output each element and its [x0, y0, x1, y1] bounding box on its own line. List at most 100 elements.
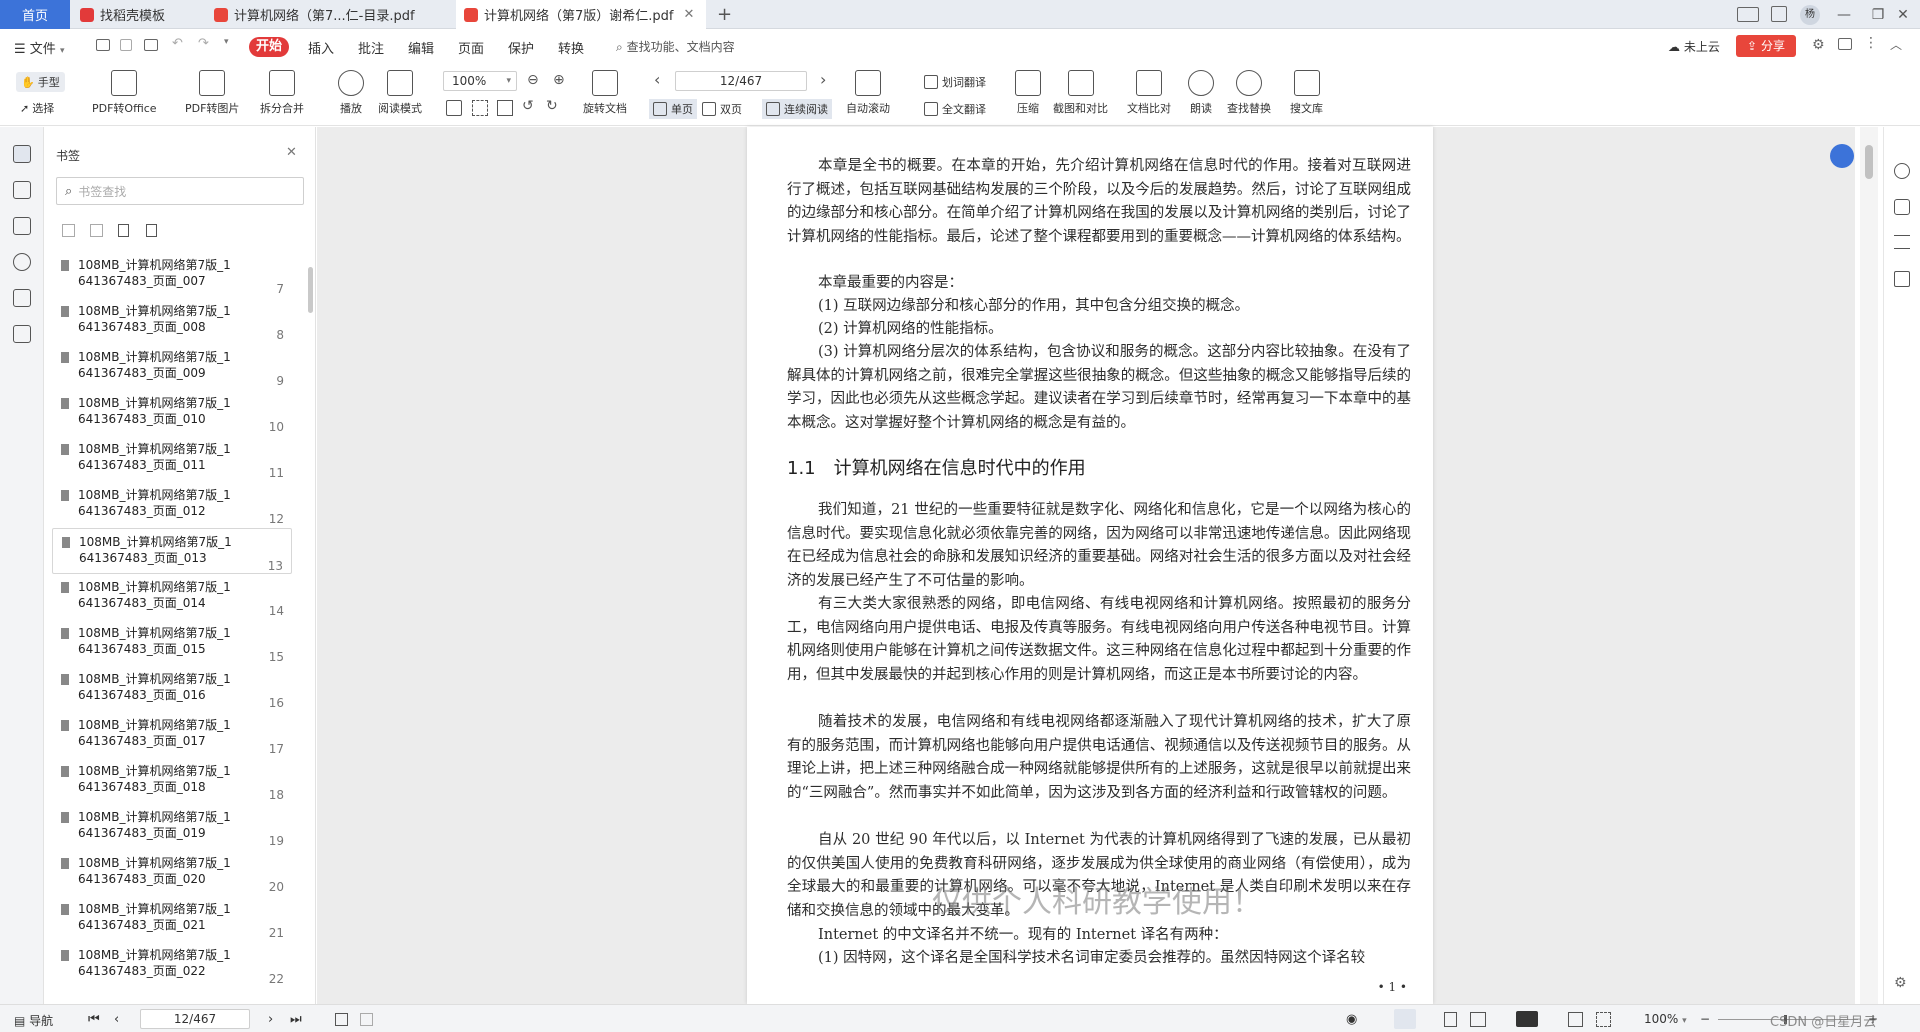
fit-width-icon[interactable] — [497, 100, 513, 116]
continuous-read-button[interactable]: 连续阅读 — [762, 99, 832, 119]
collapse-all-icon[interactable] — [90, 224, 103, 237]
zoom-out-icon[interactable]: ⊖ — [527, 72, 539, 88]
zoom-out-button[interactable]: − — [1700, 1012, 1710, 1026]
open-icon[interactable] — [96, 39, 110, 51]
single-page-view-icon[interactable] — [1444, 1012, 1457, 1027]
play-button[interactable]: 播放 — [338, 70, 364, 116]
thumbnail-icon[interactable] — [13, 181, 31, 199]
prev-page-icon[interactable]: ‹ — [114, 1012, 119, 1027]
word-translate-button[interactable]: 划词翻译 — [924, 74, 986, 90]
layout-icon[interactable] — [1737, 7, 1759, 22]
bookmark-item[interactable]: 108MB_计算机网络第7版_1 641367483_页面_016 16 — [52, 666, 292, 712]
close-icon[interactable]: ✕ — [286, 145, 297, 160]
more-icon[interactable]: ⋮ — [1864, 35, 1878, 51]
share-button[interactable]: ⇪ 分享 — [1736, 35, 1796, 57]
double-page-button[interactable]: 双页 — [702, 101, 742, 117]
menu-annotate[interactable]: 批注 — [358, 38, 384, 57]
redo-icon[interactable]: ↷ — [198, 36, 209, 51]
add-bookmark-icon[interactable] — [118, 224, 129, 237]
print-icon[interactable] — [144, 39, 158, 51]
tab-toc-pdf[interactable]: 计算机网络（第7...仁-目录.pdf — [206, 0, 424, 29]
menu-insert[interactable]: 插入 — [308, 38, 334, 57]
expand-all-icon[interactable] — [62, 224, 75, 237]
bookmark-item[interactable]: 108MB_计算机网络第7版_1 641367483_页面_013 13 — [52, 528, 292, 574]
split-merge-button[interactable]: 拆分合并 — [260, 70, 304, 116]
select-tool[interactable]: ➚ 选择 — [20, 100, 54, 116]
find-replace-button[interactable]: 查找替换 — [1227, 70, 1271, 116]
bookmark-item[interactable]: 108MB_计算机网络第7版_1 641367483_页面_019 19 — [52, 804, 292, 850]
close-tab-icon[interactable]: ✕ — [683, 7, 694, 22]
search-library-button[interactable]: 搜文库 — [1290, 70, 1323, 116]
read-aloud-button[interactable]: 朗读 — [1188, 70, 1214, 116]
bookmark-item[interactable]: 108MB_计算机网络第7版_1 641367483_页面_021 21 — [52, 896, 292, 942]
scrollbar-thumb[interactable] — [1865, 145, 1873, 179]
first-page-icon[interactable]: ⏮ — [88, 1012, 100, 1027]
last-page-icon[interactable]: ⏭ — [290, 1012, 302, 1027]
bookmark-search-input[interactable]: ⌕ 书签查找 — [56, 177, 304, 205]
play-slideshow-icon[interactable] — [1516, 1011, 1538, 1027]
eye-protect-icon[interactable]: ◉ — [1346, 1012, 1357, 1027]
sliders-icon[interactable] — [1894, 235, 1910, 249]
back-icon[interactable] — [335, 1013, 348, 1026]
actual-size-icon[interactable] — [446, 100, 462, 116]
collapse-ribbon-icon[interactable]: ︿ — [1890, 36, 1902, 53]
bookmark-item[interactable]: 108MB_计算机网络第7版_1 641367483_页面_009 9 — [52, 344, 292, 390]
quick-access-chevron-icon[interactable]: ▾ — [224, 37, 229, 47]
single-page-button[interactable]: 单页 — [649, 99, 697, 119]
undo-icon[interactable]: ↶ — [172, 36, 183, 51]
library-panel-icon[interactable] — [1894, 271, 1910, 287]
forward-icon[interactable] — [360, 1013, 373, 1026]
settings-icon[interactable]: ⚙ — [1894, 975, 1907, 991]
doc-compare-button[interactable]: 文档比对 — [1127, 70, 1171, 116]
hand-tool[interactable]: ✋ 手型 — [16, 72, 65, 92]
zoom-in-icon[interactable]: ⊕ — [553, 72, 565, 88]
ai-assistant-icon[interactable] — [1830, 144, 1854, 168]
page-input[interactable]: 12/467 — [675, 71, 807, 91]
status-page-input[interactable]: 12/467 — [140, 1009, 250, 1029]
bookmark-item[interactable]: 108MB_计算机网络第7版_1 641367483_页面_022 22 — [52, 942, 292, 988]
bookmark-item[interactable]: 108MB_计算机网络第7版_1 641367483_页面_014 14 — [52, 574, 292, 620]
prev-page-icon[interactable]: ‹ — [654, 70, 660, 89]
tab-home[interactable]: 首页 — [0, 0, 70, 29]
bookmark-item[interactable]: 108MB_计算机网络第7版_1 641367483_页面_020 20 — [52, 850, 292, 896]
auto-scroll-button[interactable]: 自动滚动 — [846, 70, 890, 116]
zoom-select[interactable]: 100% ▾ — [443, 71, 517, 91]
tab-template[interactable]: 找稻壳模板 — [72, 0, 222, 29]
zoom-tool-icon[interactable] — [1894, 163, 1910, 179]
translate-panel-icon[interactable] — [1894, 199, 1910, 215]
bookmark-item[interactable]: 108MB_计算机网络第7版_1 641367483_页面_012 12 — [52, 482, 292, 528]
new-tab-button[interactable]: + — [717, 4, 732, 25]
double-page-view-icon[interactable] — [1470, 1012, 1486, 1027]
apps-grid-icon[interactable] — [1771, 6, 1787, 22]
close-window-button[interactable]: ✕ — [1886, 0, 1920, 29]
compress-button[interactable]: 压缩 — [1015, 70, 1041, 116]
cloud-status[interactable]: ☁ 未上云 — [1668, 38, 1720, 55]
document-scrollbar[interactable] — [1860, 127, 1878, 1004]
settings-icon[interactable]: ⚙ — [1812, 37, 1825, 53]
next-page-icon[interactable]: › — [268, 1012, 273, 1027]
bookmark-scrollbar[interactable] — [308, 267, 313, 313]
screenshot-compare-button[interactable]: 截图和对比 — [1053, 70, 1108, 116]
save-icon[interactable] — [120, 39, 132, 51]
menu-convert[interactable]: 转换 — [558, 38, 584, 57]
fit-page-icon[interactable] — [1596, 1012, 1611, 1027]
full-translate-button[interactable]: 全文翻译 — [924, 101, 986, 117]
layers-icon[interactable] — [13, 325, 31, 343]
user-avatar[interactable]: 杨 — [1800, 5, 1820, 25]
bookmark-item[interactable]: 108MB_计算机网络第7版_1 641367483_页面_017 17 — [52, 712, 292, 758]
pdf-to-office-button[interactable]: PDF转Office — [92, 70, 157, 116]
next-page-icon[interactable]: › — [820, 70, 826, 89]
status-zoom-select[interactable]: 100% ▾ — [1644, 1012, 1687, 1026]
attachment-icon[interactable] — [13, 253, 31, 271]
bookmark-panel-icon[interactable] — [13, 145, 31, 163]
bookmark-icon[interactable] — [146, 224, 157, 237]
file-menu[interactable]: ☰ 文件 ▾ — [14, 38, 64, 57]
menu-start[interactable]: 开始 — [249, 37, 289, 57]
menu-page[interactable]: 页面 — [458, 38, 484, 57]
comment-icon[interactable] — [1838, 38, 1852, 50]
reading-mode-button[interactable]: 阅读模式 — [378, 70, 422, 116]
rotate-right-icon[interactable]: ↻ — [546, 98, 558, 114]
fit-page-icon[interactable] — [472, 100, 488, 116]
bookmark-item[interactable]: 108MB_计算机网络第7版_1 641367483_页面_011 11 — [52, 436, 292, 482]
feature-search[interactable]: ⌕ 查找功能、文档内容 — [616, 38, 735, 55]
